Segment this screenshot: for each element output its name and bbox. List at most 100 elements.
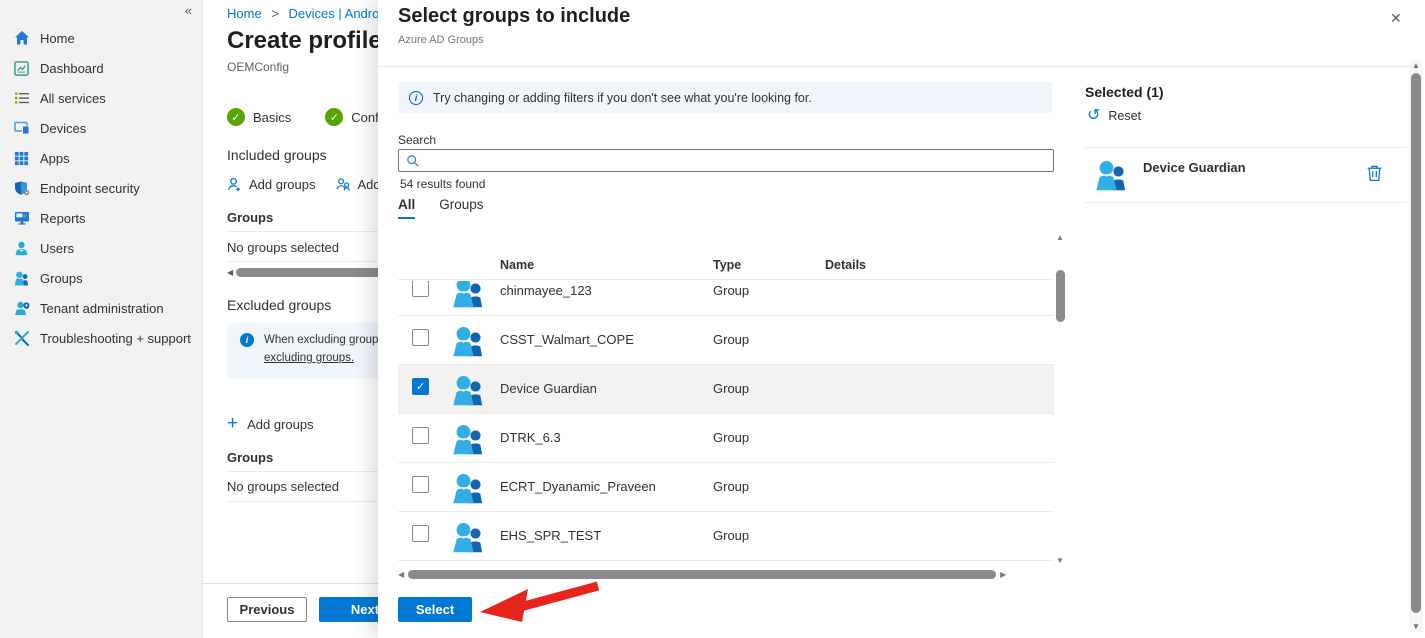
sidebar-item-all-services[interactable]: All services xyxy=(0,83,202,113)
add-all-users-icon xyxy=(336,177,351,192)
groups-table: chinmayee_123 Group CSST_Walmart_COPE Gr… xyxy=(398,281,1054,566)
scroll-left-icon[interactable]: ◀ xyxy=(227,268,233,277)
row-checkbox[interactable] xyxy=(412,378,429,395)
group-name: chinmayee_123 xyxy=(500,283,592,298)
filters-info-banner: i Try changing or adding filters if you … xyxy=(398,82,1052,113)
group-icon xyxy=(450,471,486,504)
sidebar-item-users[interactable]: Users xyxy=(0,233,202,263)
scroll-right-icon[interactable]: ▶ xyxy=(1000,570,1006,579)
sidebar-item-tenant-administration[interactable]: Tenant administration xyxy=(0,293,202,323)
group-type: Group xyxy=(713,528,749,543)
breadcrumb-current-link[interactable]: Devices | Android xyxy=(289,6,390,21)
devices-icon xyxy=(13,120,30,137)
close-icon[interactable]: ✕ xyxy=(1390,10,1402,27)
sidebar-item-label: All services xyxy=(40,91,106,106)
scroll-down-icon[interactable]: ▼ xyxy=(1056,556,1064,565)
panel-subtitle: Azure AD Groups xyxy=(398,34,484,46)
all-services-icon xyxy=(13,90,30,107)
group-name: ECRT_Dyanamic_Praveen xyxy=(500,479,656,494)
add-groups-button[interactable]: Add groups xyxy=(227,177,316,192)
scroll-down-icon[interactable]: ▼ xyxy=(1412,622,1420,631)
step-basics[interactable]: ✓ Basics xyxy=(227,108,291,126)
group-type: Group xyxy=(713,381,749,396)
endpoint-security-icon xyxy=(13,180,30,197)
sidebar-item-label: Endpoint security xyxy=(40,181,140,196)
panel-vertical-scrollbar[interactable]: ▲ ▼ xyxy=(1409,60,1423,632)
breadcrumb-home-link[interactable]: Home xyxy=(227,6,262,21)
sidebar-item-endpoint-security[interactable]: Endpoint security xyxy=(0,173,202,203)
table-horizontal-scrollbar[interactable]: ◀ ▶ xyxy=(398,568,1054,581)
selected-item: Device Guardian xyxy=(1085,148,1407,202)
search-input[interactable] xyxy=(398,149,1054,172)
scroll-left-icon[interactable]: ◀ xyxy=(398,570,404,579)
search-icon xyxy=(406,154,420,168)
step-label: Basics xyxy=(253,110,291,125)
table-row[interactable]: DTRK_6.3 Group xyxy=(398,414,1054,463)
table-row[interactable]: ECRT_Dyanamic_Praveen Group xyxy=(398,463,1054,512)
annotation-arrow xyxy=(470,576,610,626)
scrollbar-thumb[interactable] xyxy=(1056,270,1065,322)
excluding-groups-link[interactable]: excluding groups. xyxy=(264,352,354,364)
table-row[interactable]: EHS_SPR_TEST Group xyxy=(398,512,1054,561)
sidebar-item-devices[interactable]: Devices xyxy=(0,113,202,143)
tenant-administration-icon xyxy=(13,300,30,317)
table-row[interactable]: Device Guardian Group xyxy=(398,365,1054,414)
panel-title: Select groups to include xyxy=(398,5,630,28)
sidebar-item-label: Users xyxy=(40,241,74,256)
row-checkbox[interactable] xyxy=(412,476,429,493)
tab-groups[interactable]: Groups xyxy=(439,197,483,219)
reports-icon xyxy=(13,210,30,227)
previous-button[interactable]: Previous xyxy=(227,597,307,622)
row-checkbox[interactable] xyxy=(412,329,429,346)
sidebar-item-groups[interactable]: Groups xyxy=(0,263,202,293)
row-checkbox[interactable] xyxy=(412,525,429,542)
delete-icon[interactable] xyxy=(1366,164,1383,182)
table-row[interactable]: chinmayee_123 Group xyxy=(398,281,1054,316)
check-circle-icon: ✓ xyxy=(325,108,343,126)
sidebar-item-home[interactable]: Home xyxy=(0,23,202,53)
apps-icon xyxy=(13,150,30,167)
column-name: Name xyxy=(500,258,534,272)
sidebar-item-label: Reports xyxy=(40,211,86,226)
column-details: Details xyxy=(825,258,866,272)
groups-column-header: Groups xyxy=(227,210,273,225)
plus-icon: + xyxy=(227,416,238,432)
sidebar-item-reports[interactable]: Reports xyxy=(0,203,202,233)
scrollbar-thumb[interactable] xyxy=(1411,73,1421,613)
row-checkbox[interactable] xyxy=(412,281,429,297)
add-all-users-button[interactable]: Add xyxy=(336,177,381,192)
home-icon xyxy=(13,30,30,47)
excluded-add-groups-button[interactable]: + Add groups xyxy=(227,416,314,432)
page-title: Create profile xyxy=(227,27,382,55)
excluded-empty-text: No groups selected xyxy=(227,479,339,494)
table-vertical-scrollbar[interactable]: ▲ ▼ xyxy=(1054,233,1067,565)
scroll-up-icon[interactable]: ▲ xyxy=(1056,233,1064,242)
breadcrumb-separator: > xyxy=(271,6,279,21)
table-row[interactable]: CSST_Walmart_COPE Group xyxy=(398,316,1054,365)
included-empty-text: No groups selected xyxy=(227,240,339,255)
add-groups-label: Add groups xyxy=(249,177,316,192)
collapse-sidebar-icon[interactable]: « xyxy=(185,3,192,18)
search-label: Search xyxy=(398,133,436,147)
tab-all[interactable]: All xyxy=(398,197,415,219)
reset-button[interactable]: ↺ Reset xyxy=(1087,109,1141,123)
check-circle-icon: ✓ xyxy=(227,108,245,126)
group-type: Group xyxy=(713,479,749,494)
sidebar-item-label: Home xyxy=(40,31,75,46)
scrollbar-thumb[interactable] xyxy=(408,570,996,579)
sidebar-item-apps[interactable]: Apps xyxy=(0,143,202,173)
row-checkbox[interactable] xyxy=(412,427,429,444)
scroll-up-icon[interactable]: ▲ xyxy=(1412,61,1420,70)
select-button[interactable]: Select xyxy=(398,597,472,622)
page-subtitle: OEMConfig xyxy=(227,60,289,74)
dashboard-icon xyxy=(13,60,30,77)
group-icon xyxy=(1093,158,1129,191)
selected-group-name: Device Guardian xyxy=(1143,160,1246,175)
group-icon xyxy=(450,281,486,308)
sidebar-item-dashboard[interactable]: Dashboard xyxy=(0,53,202,83)
sidebar-item-label: Dashboard xyxy=(40,61,104,76)
sidebar-nav: Home Dashboard All services Devices xyxy=(0,23,202,353)
add-person-icon xyxy=(227,177,242,192)
sidebar-item-troubleshooting[interactable]: Troubleshooting + support xyxy=(0,323,202,353)
included-groups-heading: Included groups xyxy=(227,147,327,163)
